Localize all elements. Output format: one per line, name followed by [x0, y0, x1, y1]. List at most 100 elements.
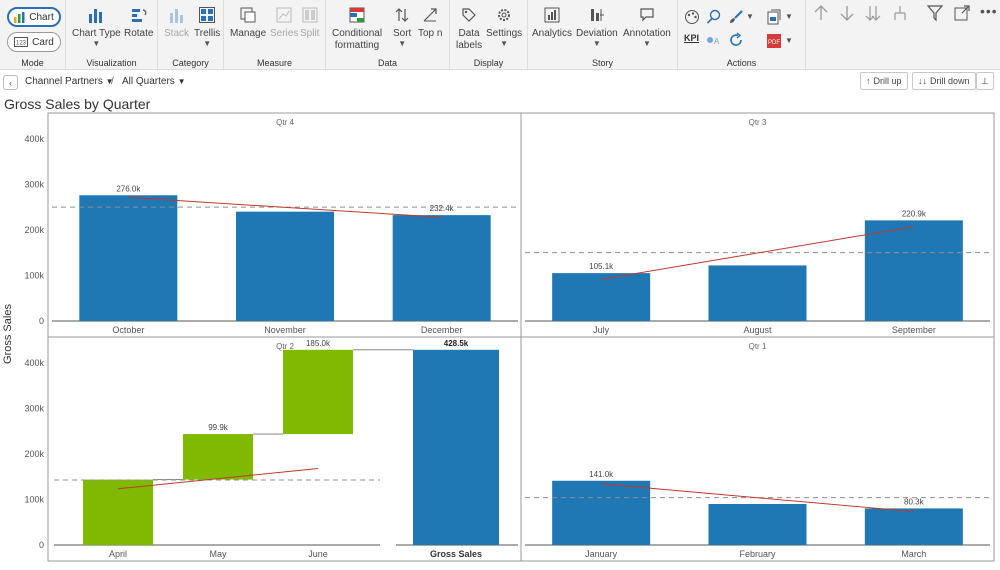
display-group-label: Display: [473, 58, 504, 68]
breadcrumb-item-level1[interactable]: Channel Partners ▼: [25, 76, 114, 87]
split-label: Split: [300, 28, 320, 39]
tag-icon: [460, 6, 478, 24]
mode-group-label: Mode: [21, 58, 44, 68]
card-mode-button[interactable]: 123 Card: [7, 32, 61, 52]
chevron-down-icon: ▼: [92, 39, 101, 48]
bar: [864, 508, 963, 545]
drill-up-button[interactable]: ↑ Drill up: [860, 72, 908, 90]
analytics-icon: [543, 6, 561, 24]
x-tick-label: July: [593, 325, 610, 335]
analytics-button[interactable]: Analytics: [532, 6, 572, 40]
data-label: 276.0k: [116, 184, 141, 193]
y-tick-label: 200k: [24, 449, 44, 459]
rotate-button[interactable]: Rotate: [124, 6, 153, 40]
conditional-formatting-icon: [348, 6, 366, 24]
trend-line: [128, 196, 442, 218]
chevron-down-icon: ▼: [500, 39, 509, 48]
arrow-up-icon[interactable]: [812, 4, 830, 22]
bar: [79, 195, 178, 321]
chart-type-icon: [87, 6, 105, 24]
chart-mode-label: Chart: [29, 11, 54, 23]
ribbon-toolbar: Chart 123 Card Mode Chart Type ▼ Rotate …: [0, 0, 1000, 70]
search-icon[interactable]: [706, 9, 722, 25]
x-tick-label: September: [892, 325, 936, 335]
bar: [392, 215, 491, 321]
arrow-up-icon: ↑: [866, 76, 871, 86]
export-icon[interactable]: ▼: [766, 9, 793, 25]
chevron-down-icon: ▼: [592, 39, 601, 48]
manage-icon: [239, 6, 257, 24]
palette-icon[interactable]: [684, 9, 700, 25]
kpi-button[interactable]: KPI: [684, 33, 699, 43]
data-label: 105.1k: [589, 262, 614, 271]
conditional-formatting-label-2: formatting: [334, 40, 380, 51]
trend-line: [117, 467, 319, 490]
x-tick-label: Gross Sales: [430, 549, 482, 559]
trend-line: [601, 483, 914, 513]
breadcrumb-item-level2[interactable]: All Quarters ▼: [122, 76, 186, 87]
manage-button[interactable]: Manage: [230, 6, 266, 40]
stack-icon: [168, 6, 186, 24]
story-group-label: Story: [591, 58, 613, 68]
data-label: 141.0k: [589, 470, 614, 479]
format-icon[interactable]: A: [706, 34, 722, 46]
hierarchy-icon[interactable]: [891, 4, 909, 22]
card-mode-label: Card: [32, 36, 54, 48]
visualization-group: Chart Type ▼ Rotate Visualization: [66, 0, 158, 70]
data-label: 185.0k: [306, 339, 331, 348]
chart-frame: [47, 112, 995, 562]
drill-down-button[interactable]: ↓↓ Drill down: [912, 72, 976, 90]
top-n-button[interactable]: Top n: [418, 6, 442, 40]
annotation-button[interactable]: Annotation ▼: [623, 6, 671, 48]
expand-icon[interactable]: [953, 4, 971, 22]
deviation-button[interactable]: Deviation ▼: [576, 6, 618, 48]
y-tick-label: 300k: [24, 403, 44, 413]
conditional-formatting-button[interactable]: Conditional formatting: [332, 6, 382, 52]
visualization-group-label: Visualization: [86, 58, 137, 68]
stack-button[interactable]: Stack: [164, 6, 189, 40]
hierarchy-button[interactable]: ⊥: [976, 72, 994, 90]
trellis-button[interactable]: Trellis ▼: [194, 6, 220, 48]
stack-label: Stack: [164, 28, 190, 39]
y-tick-label: 300k: [24, 179, 44, 189]
svg-text:123: 123: [16, 41, 27, 47]
bar: [708, 265, 807, 321]
data-label: 220.9k: [902, 209, 927, 218]
top-n-icon: [421, 6, 439, 24]
annotation-icon: [638, 6, 656, 24]
display-group: Data labels Settings ▼ Display: [450, 0, 528, 70]
pdf-icon[interactable]: PDF ▼: [766, 33, 793, 49]
settings-button[interactable]: Settings ▼: [486, 6, 522, 48]
conditional-formatting-label-1: Conditional: [332, 28, 383, 39]
x-tick-label: August: [743, 325, 772, 335]
total-bar: [413, 349, 499, 545]
data-labels-button[interactable]: Data labels: [456, 6, 482, 52]
brush-icon[interactable]: ▼: [728, 9, 754, 25]
deviation-icon: [588, 6, 606, 24]
chart-mode-button[interactable]: Chart: [7, 7, 61, 27]
y-tick-label: 0: [39, 540, 44, 550]
bar: [864, 220, 963, 321]
x-tick-label: January: [585, 549, 618, 559]
chevron-down-icon: ▼: [203, 39, 212, 48]
refresh-icon[interactable]: [728, 32, 744, 48]
series-button[interactable]: Series: [270, 6, 298, 40]
data-labels-label-2: labels: [456, 40, 483, 51]
chevron-down-icon: ▼: [642, 39, 651, 48]
arrow-down-icon[interactable]: [838, 4, 856, 22]
data-label: 99.9k: [208, 423, 229, 432]
filter-icon[interactable]: [926, 4, 944, 22]
x-tick-label: December: [421, 325, 463, 335]
sort-button[interactable]: Sort ▼: [393, 6, 411, 48]
more-options-icon[interactable]: •••: [980, 3, 998, 19]
x-tick-label: October: [112, 325, 144, 335]
back-button[interactable]: ‹: [3, 75, 18, 90]
y-tick-label: 100k: [24, 494, 44, 504]
category-group: Stack Trellis ▼ Category: [158, 0, 224, 70]
kpi-label: KPI: [684, 33, 700, 43]
double-arrow-down-icon[interactable]: [864, 4, 882, 22]
waterfall-bar: [283, 349, 353, 435]
chart-type-button[interactable]: Chart Type ▼: [72, 6, 121, 48]
split-button[interactable]: Split: [300, 6, 319, 40]
bar: [708, 504, 807, 545]
